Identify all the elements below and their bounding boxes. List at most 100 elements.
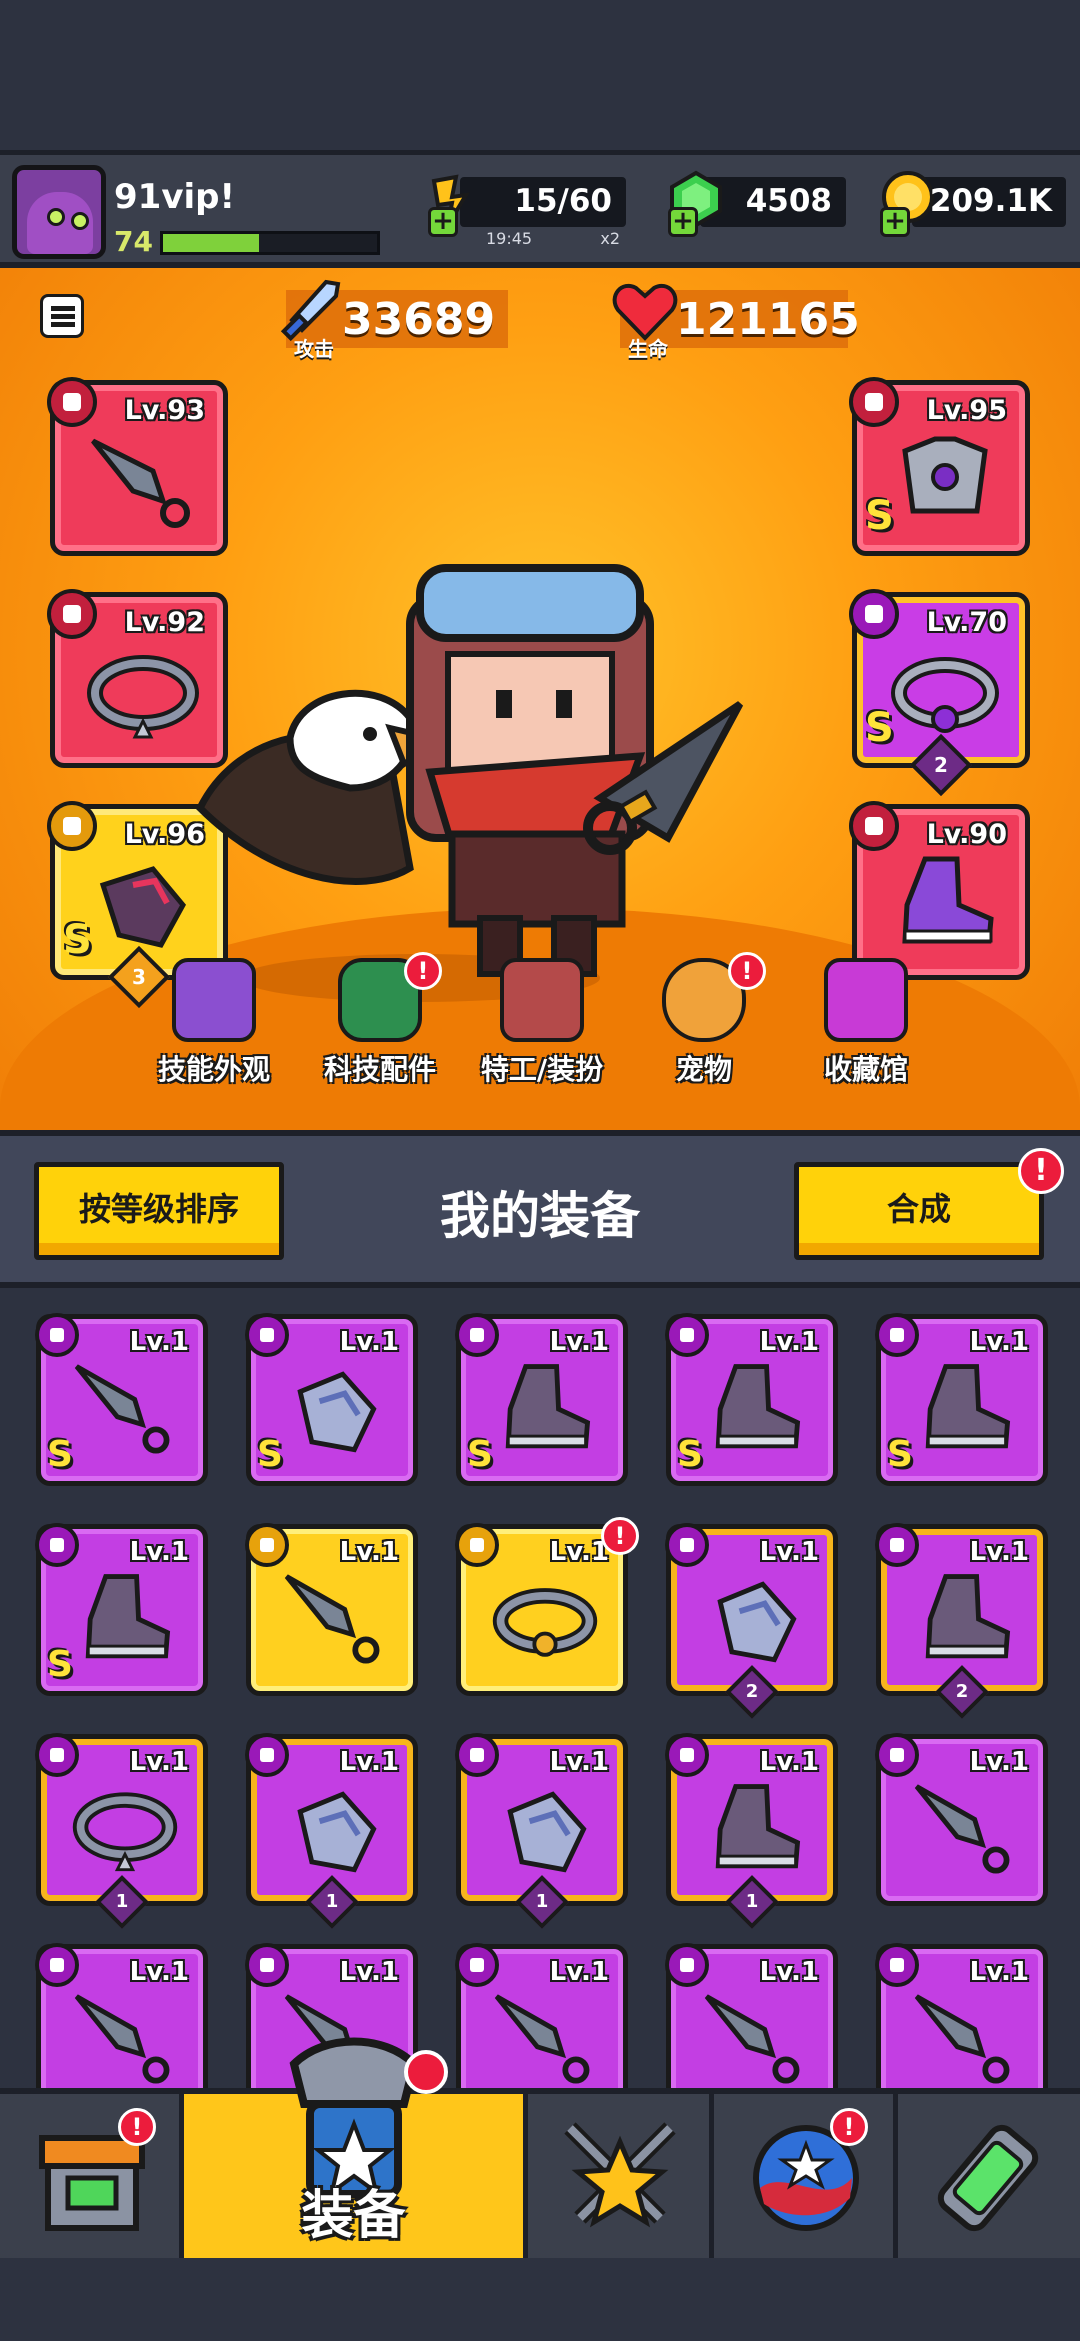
item-type-icon [245, 1733, 289, 1777]
weapon-icon [704, 1994, 800, 2084]
inventory-item[interactable]: Lv.1 S [35, 1313, 208, 1486]
cabinet-icon [824, 958, 908, 1042]
item-level: Lv.1 [339, 1537, 399, 1567]
add-coins-button[interactable]: + [880, 207, 910, 237]
menu-icon[interactable] [40, 294, 84, 338]
avatar-eye [71, 212, 89, 230]
item-level: Lv.1 [759, 1537, 819, 1567]
collection-button[interactable]: 收藏馆 [776, 958, 956, 1108]
item-type-icon [875, 1733, 919, 1777]
gloves-icon [717, 1581, 797, 1663]
item-grade: S [467, 1434, 493, 1475]
item-type-icon [665, 1523, 709, 1567]
equipped-gloves-grade: S [63, 917, 92, 963]
inventory-item[interactable]: Lv.1 S [245, 1313, 418, 1486]
inventory-header: 按等级排序 我的装备 合成 ! [0, 1130, 1080, 1288]
add-gems-button[interactable]: + [668, 207, 698, 237]
item-level: Lv.1 [339, 1747, 399, 1777]
item-type-icon [455, 1943, 499, 1987]
belt-icon [492, 1588, 598, 1657]
inventory-item[interactable]: Lv.1 S [875, 1313, 1048, 1486]
sneaker-icon [902, 856, 994, 944]
item-level: Lv.1 [129, 1747, 189, 1777]
resource-bar: 91vip! 74 + 15/60 19:45 x2 + 4508 + 209.… [0, 150, 1080, 268]
necklace-icon [72, 1792, 178, 1872]
player-avatar[interactable] [12, 165, 106, 259]
item-type-icon [35, 1733, 79, 1777]
item-level: Lv.1 [549, 1957, 609, 1987]
inventory-item[interactable]: Lv.1 1 [35, 1733, 208, 1929]
hat-ball-icon [172, 958, 256, 1042]
inventory-item[interactable]: Lv.1 2 [875, 1523, 1048, 1719]
inventory-item[interactable]: Lv.1 S [35, 1523, 208, 1696]
player-level: 74 [114, 225, 153, 258]
equipment-tab-label: 装备 [301, 2186, 406, 2246]
equipped-belt-grade: S [865, 705, 894, 751]
gloves-icon [297, 1371, 377, 1453]
inventory-item[interactable]: Lv.1 [245, 1523, 418, 1696]
inventory-item[interactable]: Lv.1 1 [245, 1733, 418, 1929]
attack-stat: 攻击 33689 [280, 279, 508, 361]
item-type-icon [245, 1313, 289, 1357]
energy-counter[interactable]: + 15/60 19:45 x2 [428, 174, 626, 248]
boots-icon [505, 1364, 591, 1449]
item-type-icon [455, 1733, 499, 1777]
weapon-type-icon [47, 377, 97, 427]
item-type-icon [455, 1523, 499, 1567]
item-type-icon [665, 1313, 709, 1357]
health-stat: 生命 121165 [612, 284, 860, 361]
item-type-icon [245, 1523, 289, 1567]
pets-alert-badge: ! [728, 952, 766, 990]
equipped-armor-grade: S [865, 493, 894, 539]
item-type-icon [35, 1313, 79, 1357]
agent-outfit-button[interactable]: 特工/装扮 [452, 958, 632, 1108]
belt-icon [891, 657, 999, 733]
lab-tab[interactable] [898, 2094, 1080, 2258]
events-tab[interactable]: ! [714, 2094, 898, 2258]
inventory-item[interactable]: Lv.1 1 [665, 1733, 838, 1929]
item-type-icon [35, 1943, 79, 1987]
gem-value: 4508 [745, 183, 832, 219]
coin-counter[interactable]: + 209.1K [880, 171, 1066, 237]
boots-icon [715, 1784, 801, 1869]
equipped-boots-slot[interactable]: Lv.90 [849, 801, 1030, 980]
inventory-item[interactable]: Lv.1 2 [665, 1523, 838, 1719]
xp-bar [160, 231, 380, 255]
player-name: 91vip! [114, 177, 235, 217]
hero-panel: 攻击 33689 生命 121165 Lv.93 Lv.92 Lv.96 S 3… [0, 268, 1080, 1130]
item-level: Lv.1 [969, 1327, 1029, 1357]
add-energy-button[interactable]: + [428, 207, 458, 237]
equipped-belt-slot[interactable]: Lv.70 S 2 [849, 589, 1030, 797]
gloves-type-icon [47, 801, 97, 851]
tech-parts-button[interactable]: 科技配件 ! [290, 952, 470, 1108]
inventory-item[interactable]: Lv.1! [455, 1517, 639, 1696]
energy-value: 15/60 [514, 183, 612, 219]
equipped-armor-slot[interactable]: Lv.95 S [849, 377, 1030, 556]
attack-value: 33689 [342, 294, 496, 345]
inventory-item[interactable]: Lv.1 S [455, 1313, 628, 1486]
weapon-icon [494, 1994, 590, 2084]
battle-tab[interactable] [528, 2094, 714, 2258]
gem-counter[interactable]: + 4508 [668, 170, 846, 237]
item-level: Lv.1 [549, 1747, 609, 1777]
pets-button[interactable]: 宠物 ! [614, 952, 794, 1108]
inventory-item[interactable]: Lv.1 1 [455, 1733, 628, 1929]
item-level: Lv.1 [969, 1537, 1029, 1567]
skill-skins-button[interactable]: 技能外观 [124, 958, 304, 1108]
merge-button[interactable]: 合成 [794, 1162, 1044, 1260]
skill-skins-label: 技能外观 [157, 1053, 270, 1086]
item-grade: S [677, 1434, 703, 1475]
equipment-tab[interactable]: 装备 [184, 2037, 528, 2258]
item-grade: S [47, 1434, 73, 1475]
agent-head-icon [500, 958, 584, 1042]
inventory-item[interactable]: Lv.1 [875, 1733, 1048, 1906]
item-grade: S [47, 1644, 73, 1685]
boots-icon [925, 1574, 1011, 1659]
shop-tab[interactable]: ! [0, 2094, 184, 2258]
item-type-icon [875, 1313, 919, 1357]
merge-alert-badge: ! [1018, 1148, 1064, 1194]
weapon-icon [914, 1784, 1010, 1874]
inventory-item[interactable]: Lv.1 S [665, 1313, 838, 1486]
boots-icon [715, 1364, 801, 1449]
item-grade: S [257, 1434, 283, 1475]
